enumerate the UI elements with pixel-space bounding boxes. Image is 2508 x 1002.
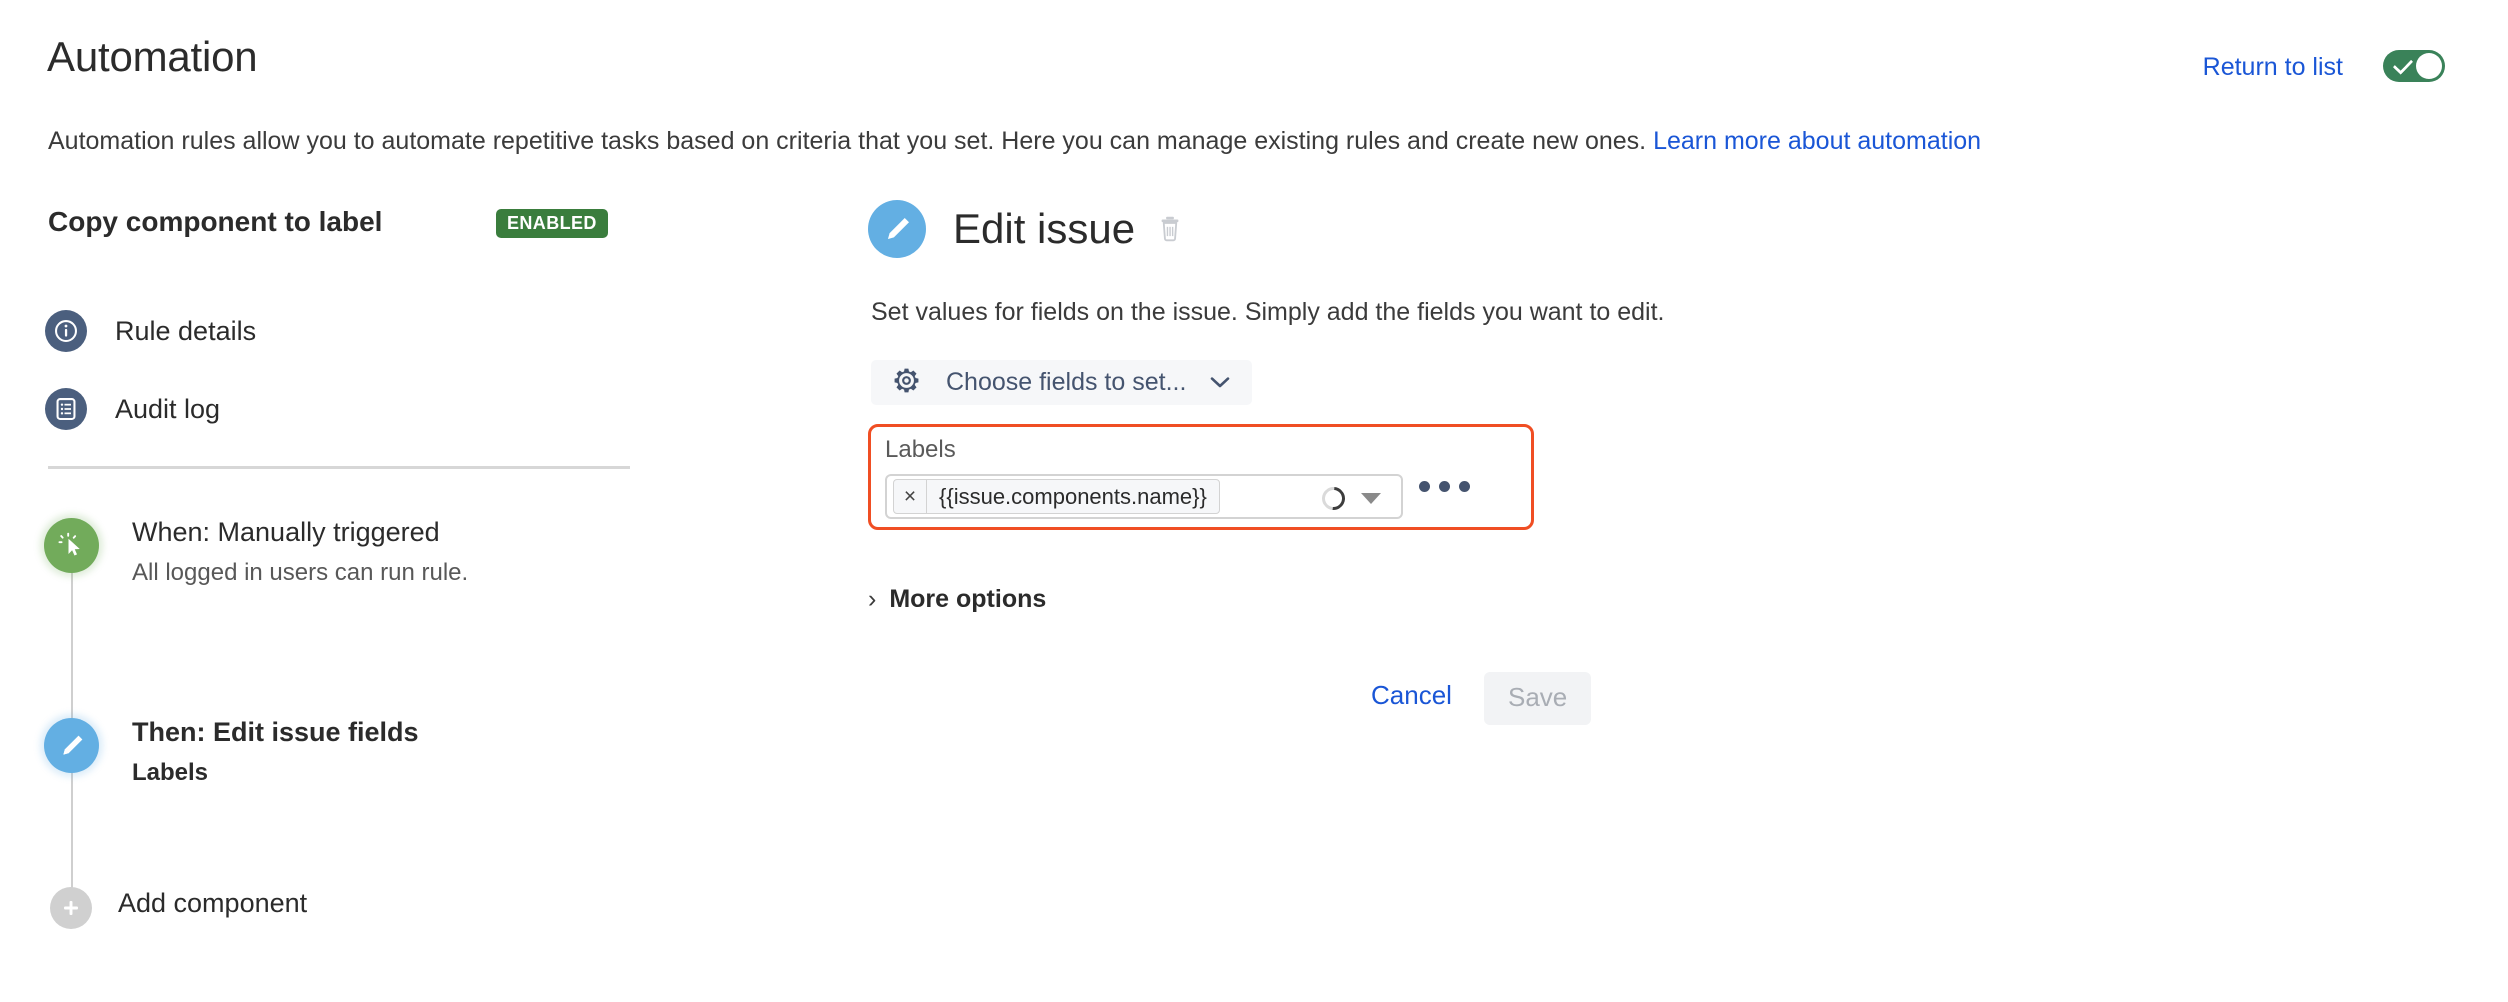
timeline-step-trigger[interactable]: When: Manually triggered All logged in u… [44, 517, 469, 587]
sidebar-item-label: Rule details [115, 315, 257, 346]
timeline-step-action[interactable]: Then: Edit issue fields Labels [44, 717, 419, 787]
sidebar-divider [48, 466, 630, 469]
more-options-toggle[interactable]: › More options [868, 585, 1046, 614]
dropdown-caret-icon[interactable] [1361, 493, 1381, 504]
labels-field-label: Labels [885, 436, 956, 463]
panel-title: Edit issue [953, 205, 1136, 252]
timeline-step-subtitle: Labels [132, 758, 209, 786]
ellipsis-dot [1419, 481, 1430, 492]
panel-description: Set values for fields on the issue. Simp… [871, 298, 1665, 326]
learn-more-link[interactable]: Learn more about automation [1653, 127, 1981, 155]
add-component-label: Add component [118, 888, 308, 918]
sidebar-item-rule-details[interactable]: Rule details [45, 310, 256, 352]
check-icon [2392, 54, 2414, 75]
page-description-text: Automation rules allow you to automate r… [48, 127, 1654, 155]
choose-fields-dropdown[interactable]: Choose fields to set... [871, 360, 1253, 405]
ellipsis-dot [1439, 481, 1450, 492]
page-description: Automation rules allow you to automate r… [48, 126, 1981, 157]
status-badge: ENABLED [496, 209, 608, 238]
timeline-step-title: When: Manually triggered [132, 517, 440, 547]
ellipsis-dot [1459, 481, 1470, 492]
trash-icon[interactable] [1157, 215, 1183, 243]
rule-enabled-toggle[interactable] [2383, 50, 2445, 82]
plus-icon [50, 887, 92, 929]
sidebar-item-label: Audit log [115, 393, 221, 424]
panel-header: Edit issue [868, 200, 1183, 258]
ellipsis-icon[interactable] [1419, 481, 1470, 492]
cancel-button[interactable]: Cancel [1371, 680, 1452, 711]
pencil-icon [44, 718, 99, 773]
chevron-right-icon: › [868, 585, 877, 613]
choose-fields-label: Choose fields to set... [946, 368, 1187, 396]
timeline-step-subtitle: All logged in users can run rule. [132, 558, 469, 586]
loading-spinner-icon [1317, 482, 1350, 515]
page-title: Automation [47, 33, 258, 80]
add-component-button[interactable]: Add component [44, 880, 308, 929]
chip-remove-button[interactable]: × [894, 480, 927, 513]
cursor-click-icon [44, 518, 99, 573]
gear-icon [893, 367, 920, 399]
info-icon [45, 310, 87, 352]
labels-token-chip: × {{issue.components.name}} [893, 479, 1220, 514]
sidebar-item-audit-log[interactable]: Audit log [45, 388, 220, 430]
toggle-knob [2416, 53, 2442, 79]
labels-input[interactable]: × {{issue.components.name}} [885, 474, 1403, 519]
save-button[interactable]: Save [1484, 672, 1592, 725]
more-options-label: More options [889, 585, 1047, 613]
labels-field-highlight: Labels × {{issue.components.name}} [868, 424, 1534, 530]
pencil-icon [868, 200, 926, 258]
timeline-step-title: Then: Edit issue fields [132, 717, 419, 747]
chip-value: {{issue.components.name}} [939, 483, 1207, 509]
chevron-down-icon [1210, 376, 1230, 389]
list-document-icon [45, 388, 87, 430]
return-to-list-link[interactable]: Return to list [2203, 53, 2343, 82]
rule-name: Copy component to label [48, 206, 383, 237]
